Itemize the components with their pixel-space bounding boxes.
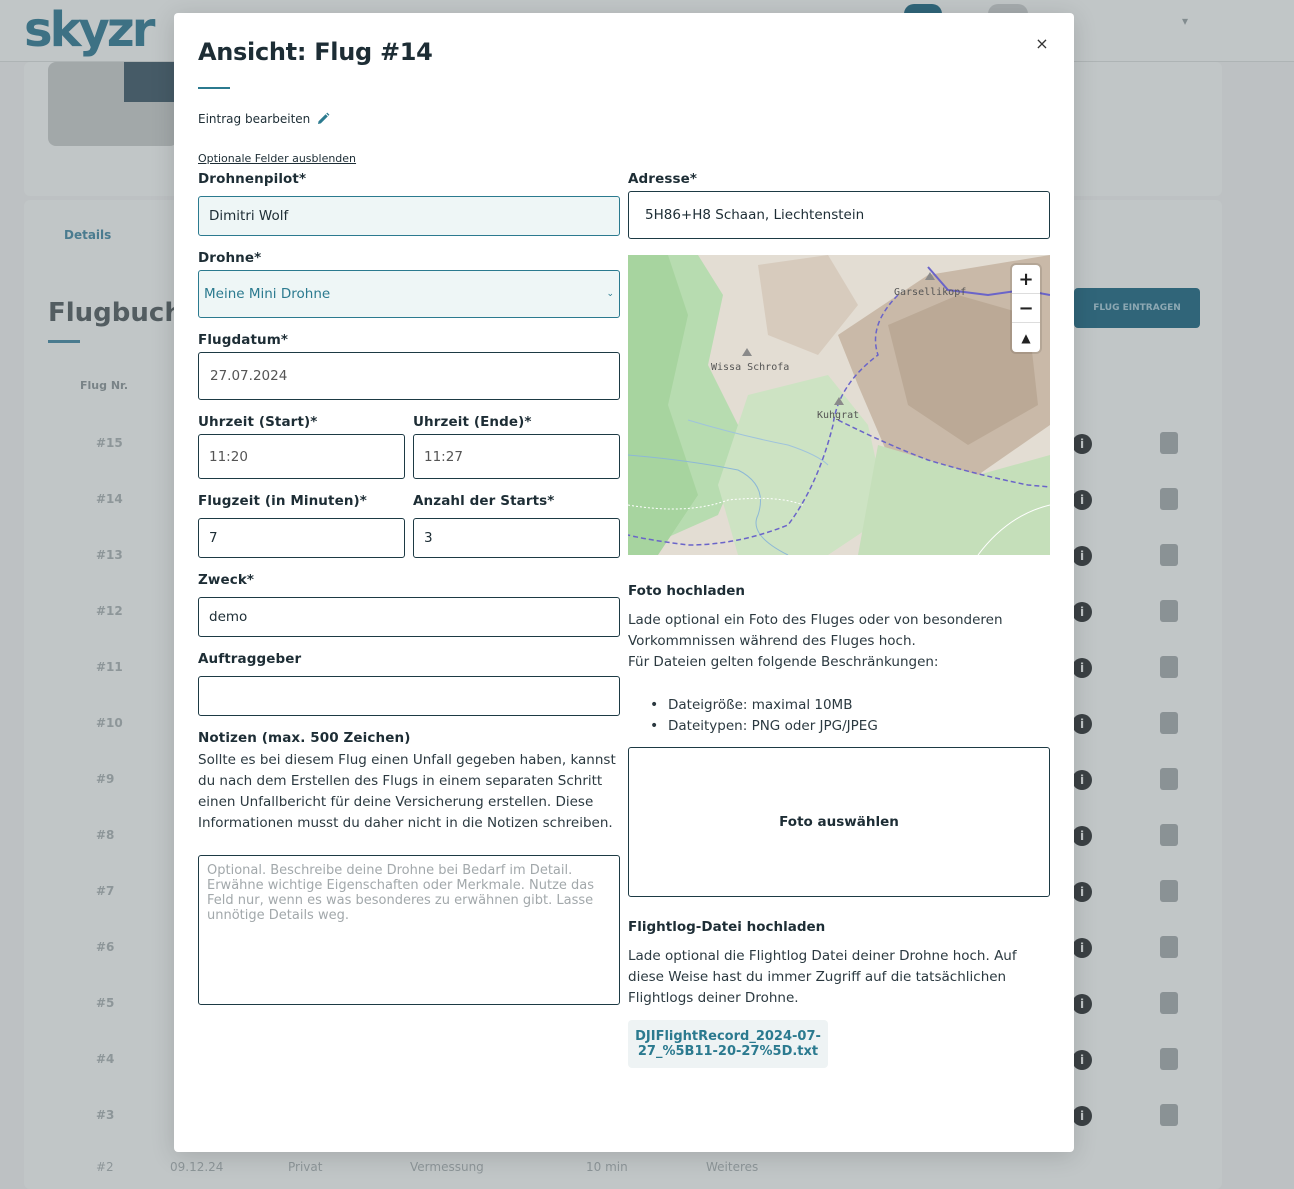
flightlog-upload-text: Lade optional die Flightlog Datei deiner… xyxy=(628,948,1017,1006)
location-map[interactable]: Garsellikopf Wissa Schrofa Kuhgrat + − ▲ xyxy=(628,255,1050,555)
address-label: Adresse* xyxy=(628,171,698,187)
date-field[interactable]: 27.07.2024 xyxy=(198,352,620,400)
flight-view-modal: × Ansicht: Flug #14 Eintrag bearbeiten O… xyxy=(174,13,1074,1152)
purpose-field[interactable]: demo xyxy=(198,597,620,637)
list-item: Dateitypen: PNG oder JPG/JPEG xyxy=(648,716,878,737)
hide-optional-fields-link[interactable]: Optionale Felder ausblenden xyxy=(198,152,356,165)
list-item: Dateigröße: maximal 10MB xyxy=(648,695,878,716)
drone-label: Drohne* xyxy=(198,250,262,266)
edit-entry-label: Eintrag bearbeiten xyxy=(198,112,311,126)
end-time-field[interactable]: 11:27 xyxy=(413,434,620,479)
address-field[interactable]: 5H86+H8 Schaan, Liechtenstein xyxy=(628,191,1050,239)
close-button[interactable]: × xyxy=(1032,33,1052,53)
client-field[interactable] xyxy=(198,676,620,716)
map-tiles xyxy=(628,255,1050,555)
pilot-label: Drohnenpilot* xyxy=(198,171,307,187)
photo-limits-list: Dateigröße: maximal 10MB Dateitypen: PNG… xyxy=(648,695,878,737)
map-label-wissa-schrofa: Wissa Schrofa xyxy=(711,362,790,373)
starts-label: Anzahl der Starts* xyxy=(413,493,555,509)
choose-photo-button[interactable]: Foto auswählen xyxy=(628,747,1050,897)
zoom-in-button[interactable]: + xyxy=(1012,265,1040,294)
notes-textarea[interactable]: Optional. Beschreibe deine Drohne bei Be… xyxy=(198,855,620,1005)
starts-field[interactable]: 3 xyxy=(413,518,620,558)
map-label-kuhgrat: Kuhgrat xyxy=(817,410,860,421)
title-underline xyxy=(198,87,230,89)
photo-restrictions-text: Für Dateien gelten folgende Beschränkung… xyxy=(628,654,939,670)
client-label: Auftraggeber xyxy=(198,651,302,667)
duration-field[interactable]: 7 xyxy=(198,518,405,558)
flightlog-file-link[interactable]: DJIFlightRecord_2024-07-27_%5B11-20-27%5… xyxy=(628,1020,828,1068)
notes-help-text: Sollte es bei diesem Flug einen Unfall g… xyxy=(198,752,616,831)
flightlog-upload-heading: Flightlog-Datei hochladen xyxy=(628,919,826,935)
map-controls: + − ▲ xyxy=(1012,265,1040,352)
duration-label: Flugzeit (in Minuten)* xyxy=(198,493,367,509)
date-label: Flugdatum* xyxy=(198,332,289,348)
modal-title: Ansicht: Flug #14 xyxy=(198,38,433,66)
edit-entry-link[interactable]: Eintrag bearbeiten xyxy=(198,112,330,126)
pilot-field[interactable]: Dimitri Wolf xyxy=(198,196,620,236)
pencil-icon xyxy=(318,112,330,124)
photo-upload-heading: Foto hochladen xyxy=(628,583,746,599)
zoom-out-button[interactable]: − xyxy=(1012,294,1040,323)
map-label-garsellikopf: Garsellikopf xyxy=(894,287,967,298)
drone-select[interactable]: Meine Mini Drohne ⌄ xyxy=(198,270,620,318)
end-time-label: Uhrzeit (Ende)* xyxy=(413,414,532,430)
start-time-field[interactable]: 11:20 xyxy=(198,434,405,479)
notes-label: Notizen (max. 500 Zeichen) xyxy=(198,730,411,746)
chevron-down-icon: ⌄ xyxy=(606,289,614,299)
compass-icon[interactable]: ▲ xyxy=(1012,323,1040,352)
drone-select-value: Meine Mini Drohne xyxy=(204,286,331,302)
photo-upload-text: Lade optional ein Foto des Fluges oder v… xyxy=(628,612,1003,649)
purpose-label: Zweck* xyxy=(198,572,255,588)
start-time-label: Uhrzeit (Start)* xyxy=(198,414,318,430)
